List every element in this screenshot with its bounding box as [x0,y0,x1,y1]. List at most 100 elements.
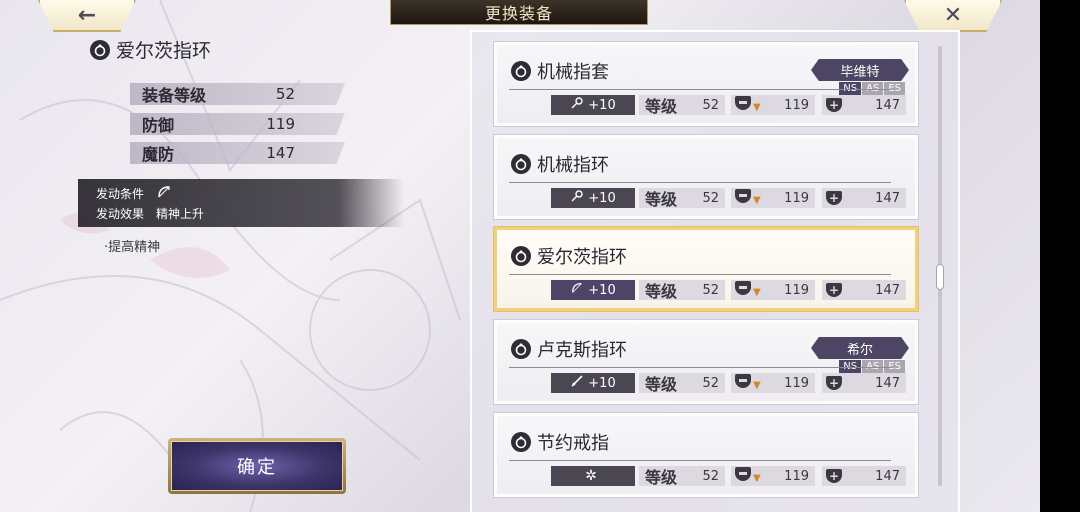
level-value: 52 [702,190,719,206]
magic-shield-icon: + [826,376,842,390]
effect-value: 精神上升 [156,207,205,221]
item-name: 机械指环 [511,151,609,177]
defense-cell: ▼ 119 [731,466,815,486]
trigger-condition: 发动条件 [96,184,172,203]
level-cell: 等级 52 [639,280,725,301]
level-label: 等级 [645,375,678,394]
magic-defense-value: 147 [875,190,900,206]
divider [509,274,891,275]
magic-defense-value: 147 [875,468,900,484]
magic-shield-icon: + [826,469,842,483]
equipment-card[interactable]: 节约戒指 ✲ 等级 52 ▼ 119 + 147 [494,413,918,497]
selected-item-name-text: 爱尔茨指环 [116,40,212,62]
sparkle-icon: ✲ [585,468,597,484]
defense-value: 119 [784,282,809,298]
defense-shield-icon [735,281,751,295]
stat-value: 52 [275,85,295,103]
sword-icon [570,374,584,392]
ring-icon [90,39,110,60]
defense-shield-icon [735,189,751,203]
bonus-badge: ✲ [551,466,635,486]
level-value: 52 [702,97,719,113]
level-cell: 等级 52 [639,466,725,487]
ring-icon [511,339,531,359]
back-button[interactable]: ← [38,0,136,32]
magic-shield-icon: + [826,98,842,112]
magic-defense-value: 147 [875,97,900,113]
item-name-text: 机械指环 [537,155,609,176]
divider [509,367,891,368]
scrollbar-thumb[interactable] [936,264,944,290]
effect-description: ·提高精神 [104,240,161,255]
level-label: 等级 [645,190,678,209]
magic-shield-icon: + [826,191,842,205]
item-name-text: 机械指套 [537,62,609,83]
effect-box: 发动条件 发动效果 精神上升 [78,179,404,227]
stat-label: 装备等级 [142,86,207,105]
bonus-value: +10 [588,97,616,113]
bonus-badge: +10 [551,95,635,115]
defense-cell: ▼ 119 [731,188,815,208]
magic-defense-cell: + 147 [822,188,906,208]
selected-item-name: 爱尔茨指环 [90,36,211,63]
equipment-card[interactable]: 机械指环 +10 等级 52 ▼ 119 + 147 [494,135,918,219]
defense-shield-icon [735,374,751,388]
decrease-arrow-icon: ▼ [753,195,761,206]
item-name-text: 卢克斯指环 [537,340,627,361]
trigger-label: 发动条件 [96,187,145,201]
defense-cell: ▼ 119 [731,95,815,115]
ring-icon [511,154,531,174]
decrease-arrow-icon: ▼ [753,102,761,113]
defense-cell: ▼ 119 [731,280,815,300]
page-title: 更换装备 [390,0,648,25]
owner-tag: 毕维特 [811,59,909,81]
divider [509,182,891,183]
defense-cell: ▼ 119 [731,373,815,393]
defense-value: 119 [784,468,809,484]
item-name-text: 节约戒指 [537,433,609,454]
bonus-badge: +10 [551,373,635,393]
bonus-value: +10 [588,282,616,298]
owner-tag: 希尔 [811,337,909,359]
key-icon [570,189,584,207]
defense-value: 119 [784,375,809,391]
confirm-label: 确定 [171,441,343,491]
magic-defense-cell: + 147 [822,95,906,115]
magic-defense-cell: + 147 [822,466,906,486]
magic-defense-value: 147 [875,375,900,391]
item-name: 爱尔茨指环 [511,243,627,269]
defense-value: 119 [784,190,809,206]
level-value: 52 [702,375,719,391]
divider [509,89,891,90]
equipment-card-selected[interactable]: 爱尔茨指环 +10 等级 52 ▼ 119 + 147 [494,227,918,311]
stat-row-level: 装备等级 52 [130,83,345,105]
equipment-card[interactable]: 机械指套 毕维特 NS AS ES +10 等级 52 ▼ 119 + 147 [494,42,918,126]
stat-row-magic-defense: 魔防 147 [130,142,345,164]
equipment-card[interactable]: 卢克斯指环 希尔 NS AS ES +10 等级 52 ▼ 119 + 147 [494,320,918,404]
stat-label: 防御 [142,116,175,135]
level-label: 等级 [645,468,678,487]
effect-line: 发动效果 精神上升 [96,205,204,222]
bonus-value: +10 [588,375,616,391]
magic-defense-cell: + 147 [822,280,906,300]
defense-shield-icon [735,467,751,481]
defense-shield-icon [735,96,751,110]
close-button[interactable]: ✕ [904,0,1002,32]
decrease-arrow-icon: ▼ [753,380,761,391]
close-icon: ✕ [943,2,963,28]
item-name: 机械指套 [511,58,609,84]
item-name-text: 爱尔茨指环 [537,247,627,268]
decrease-arrow-icon: ▼ [753,287,761,298]
item-name: 卢克斯指环 [511,336,627,362]
stat-label: 魔防 [142,145,175,164]
confirm-button[interactable]: 确定 [168,438,346,494]
ring-icon [511,246,531,266]
effect-label: 发动效果 [96,207,145,221]
defense-value: 119 [784,97,809,113]
level-label: 等级 [645,97,678,116]
bonus-badge: +10 [551,280,635,300]
divider [509,460,891,461]
level-value: 52 [702,468,719,484]
bonus-badge: +10 [551,188,635,208]
magic-defense-value: 147 [875,282,900,298]
